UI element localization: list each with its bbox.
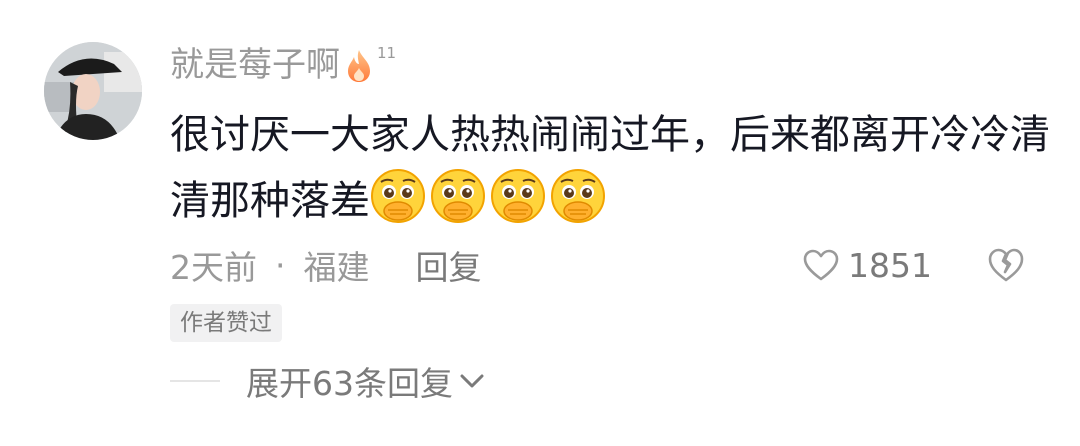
reply-button[interactable]: 回复 [416, 241, 482, 289]
pleading-face-icon [491, 169, 545, 223]
comment-header: 就是莓子啊 11 [170, 40, 396, 90]
expand-replies-button[interactable]: 展开63条回复 [170, 356, 485, 406]
comment-time: 2天前 [170, 248, 257, 287]
fan-level-badge: 11 [377, 44, 397, 62]
comment-text: 很讨厌一大家人热热闹闹过年，后来都离开冷冷清清那种落差 [170, 112, 1050, 224]
pleading-face-icon [371, 169, 425, 223]
broken-heart-icon[interactable] [986, 246, 1026, 284]
heart-outline-icon [803, 249, 839, 281]
fire-icon [348, 50, 370, 82]
expand-divider-line [170, 380, 220, 382]
pleading-face-icon [551, 169, 605, 223]
author-liked-badge: 作者赞过 [170, 304, 282, 342]
comment-meta: 2天前 · 福建 回复 [170, 240, 482, 290]
comment-body: 很讨厌一大家人热热闹闹过年，后来都离开冷冷清清那种落差 [170, 102, 1050, 234]
expand-replies-label: 展开63条回复 [246, 364, 453, 403]
like-button[interactable]: 1851 [802, 240, 932, 290]
meta-separator: · [275, 245, 286, 285]
pleading-face-icon [431, 169, 485, 223]
user-avatar[interactable] [44, 42, 142, 140]
comment-location: 福建 [303, 248, 370, 287]
username[interactable]: 就是莓子啊 [170, 40, 340, 90]
like-count: 1851 [848, 245, 932, 285]
chevron-down-icon [460, 374, 484, 388]
avatar-image [44, 42, 142, 140]
